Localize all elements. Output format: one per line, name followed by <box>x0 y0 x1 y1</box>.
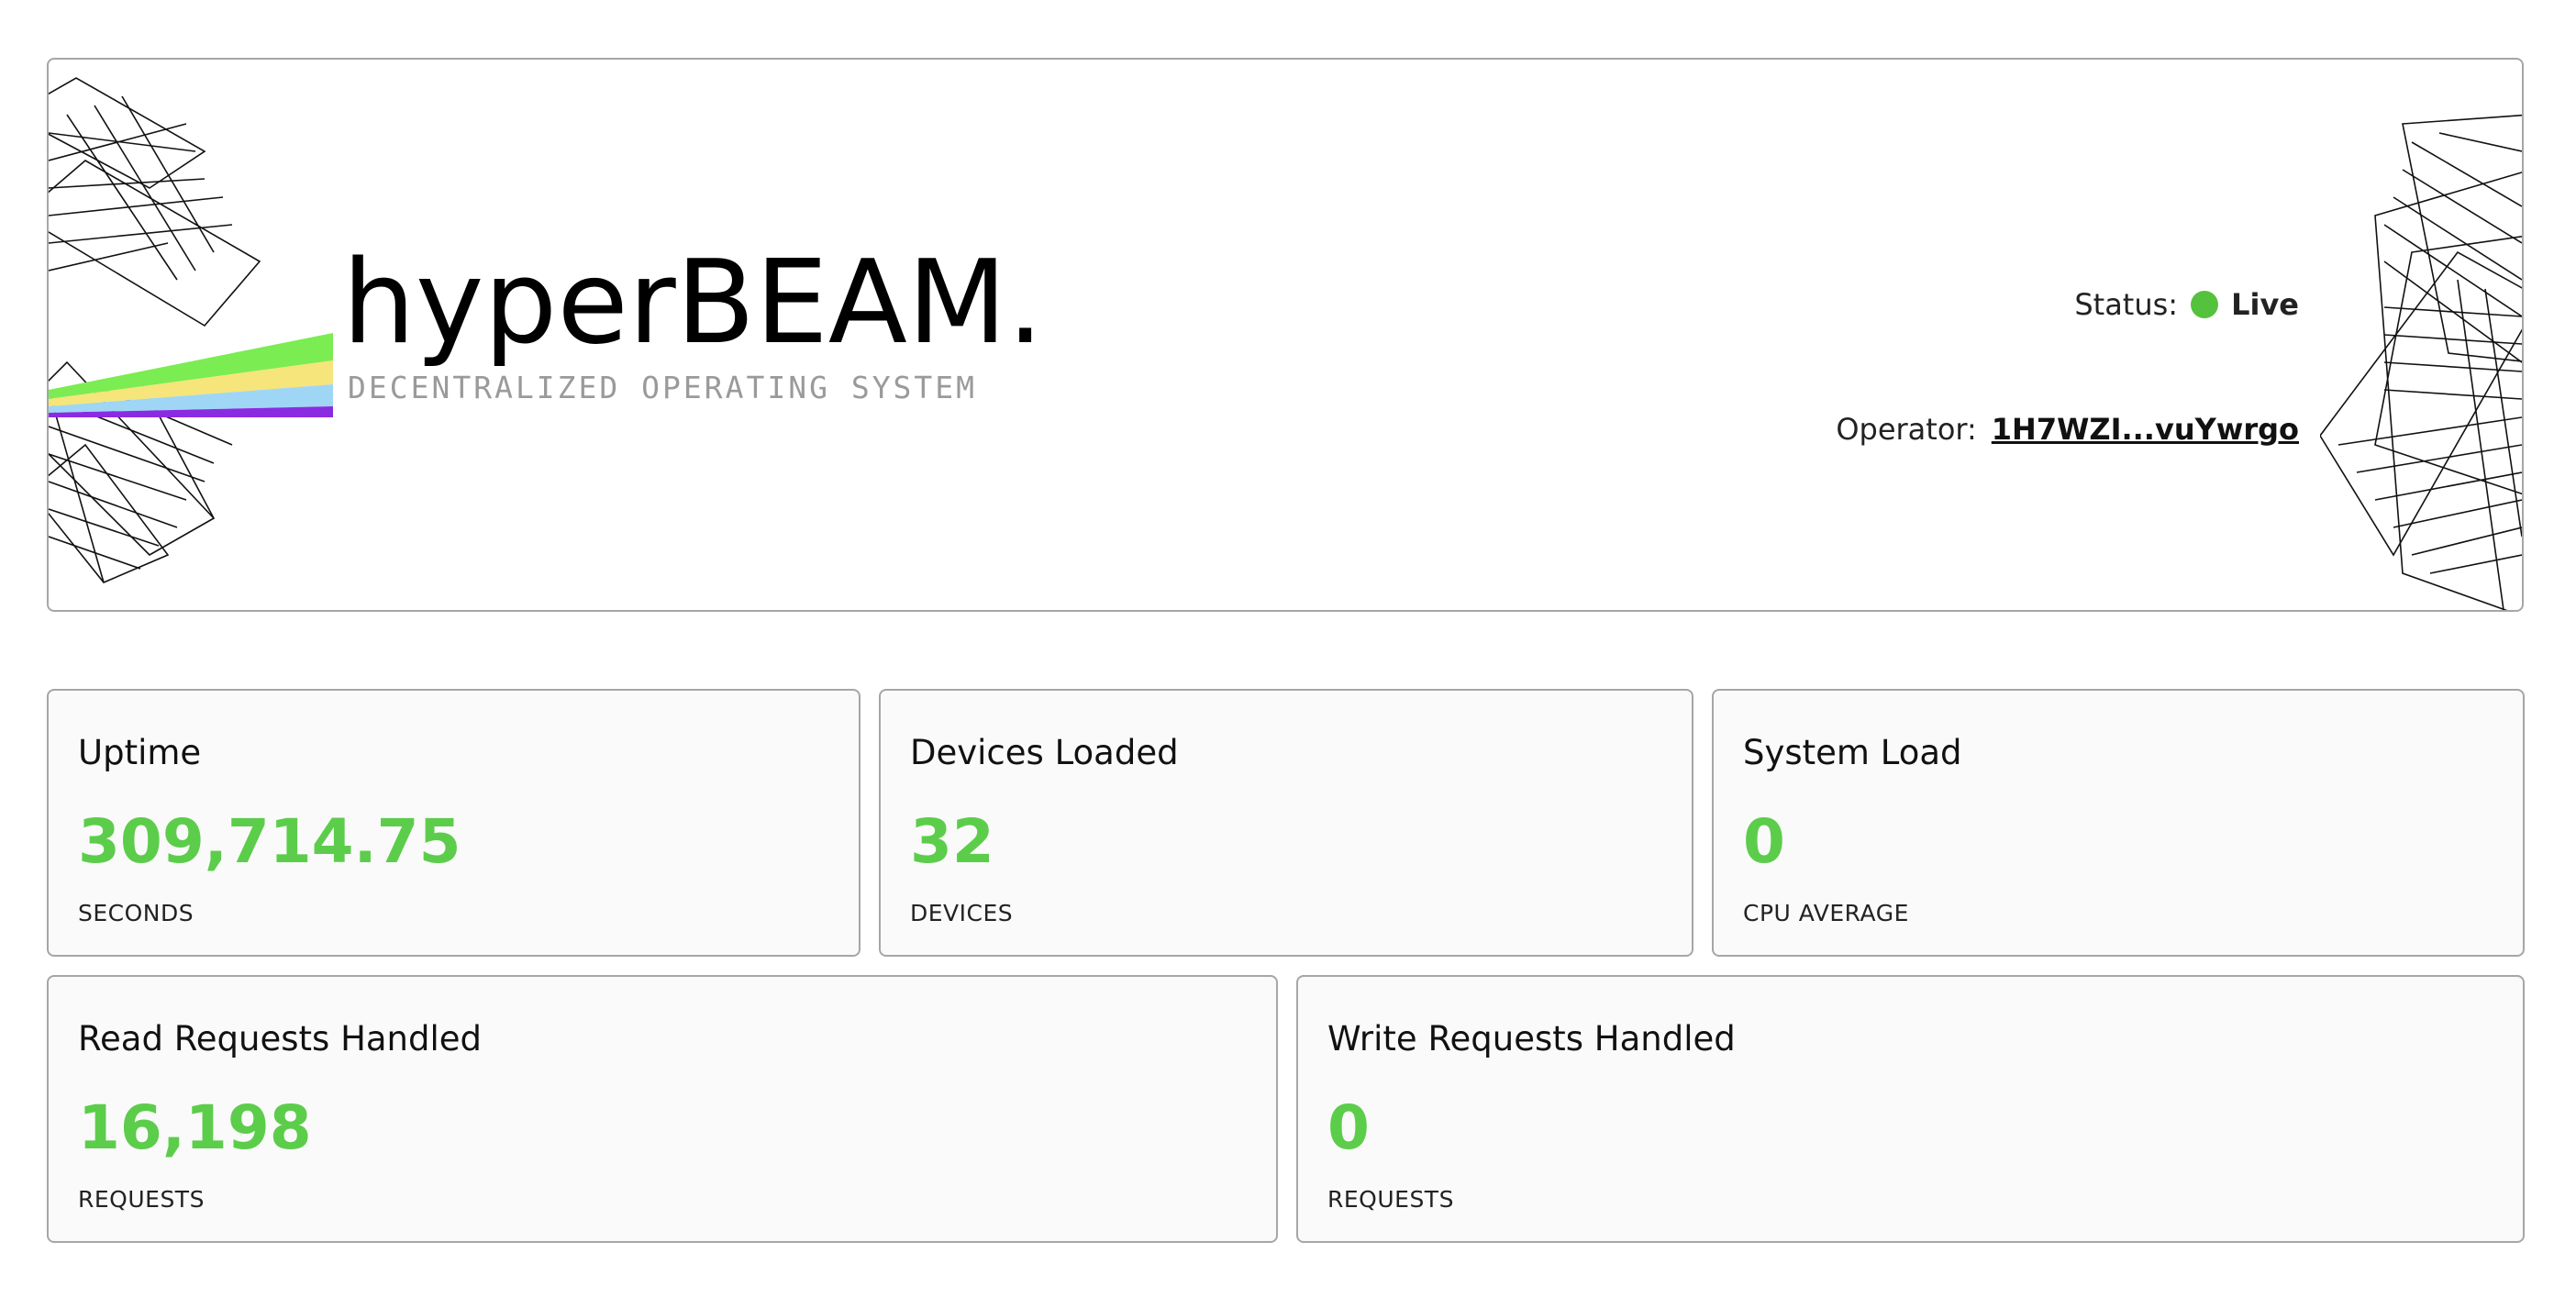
wireframe-decoration-right <box>2320 114 2522 610</box>
metric-unit: REQUESTS <box>1327 1186 1454 1213</box>
metric-title: Write Requests Handled <box>1327 1019 1736 1059</box>
logo-title: hyperBEAM. <box>342 235 1044 370</box>
metric-card-read-requests: Read Requests Handled 16,198 REQUESTS <box>47 975 1278 1243</box>
status-value: Live <box>2231 287 2299 322</box>
metric-unit: REQUESTS <box>78 1186 205 1213</box>
metric-unit: CPU AVERAGE <box>1743 900 1909 926</box>
metric-title: Read Requests Handled <box>78 1019 483 1059</box>
operator-info: Operator: 1H7WZI...vuYwrgo <box>1836 412 2299 447</box>
metric-card-write-requests: Write Requests Handled 0 REQUESTS <box>1296 975 2525 1243</box>
operator-address-link[interactable]: 1H7WZI...vuYwrgo <box>1992 412 2299 447</box>
status-live-dot-icon <box>2191 291 2219 318</box>
metric-value: 0 <box>1327 1092 1370 1163</box>
metric-value: 309,714.75 <box>78 806 461 877</box>
metric-unit: DEVICES <box>910 900 1014 926</box>
metric-card-uptime: Uptime 309,714.75 SECONDS <box>47 689 861 957</box>
metric-value: 32 <box>910 806 994 877</box>
operator-label: Operator: <box>1836 412 1977 447</box>
header-banner: hyperBEAM. DECENTRALIZED OPERATING SYSTE… <box>47 58 2524 612</box>
beam-rainbow-icon <box>49 333 333 417</box>
status-indicator: Status: Live <box>2074 287 2299 322</box>
metric-title: System Load <box>1743 733 1962 772</box>
metric-value: 0 <box>1743 806 1785 877</box>
status-label: Status: <box>2074 287 2179 322</box>
logo-subtitle: DECENTRALIZED OPERATING SYSTEM <box>348 370 978 405</box>
metric-title: Uptime <box>78 733 202 772</box>
metric-title: Devices Loaded <box>910 733 1179 772</box>
metric-card-system-load: System Load 0 CPU AVERAGE <box>1712 689 2525 957</box>
metric-value: 16,198 <box>78 1092 312 1163</box>
metric-card-devices-loaded: Devices Loaded 32 DEVICES <box>879 689 1693 957</box>
wireframe-lines-right <box>2320 114 2522 610</box>
metric-unit: SECONDS <box>78 900 194 926</box>
